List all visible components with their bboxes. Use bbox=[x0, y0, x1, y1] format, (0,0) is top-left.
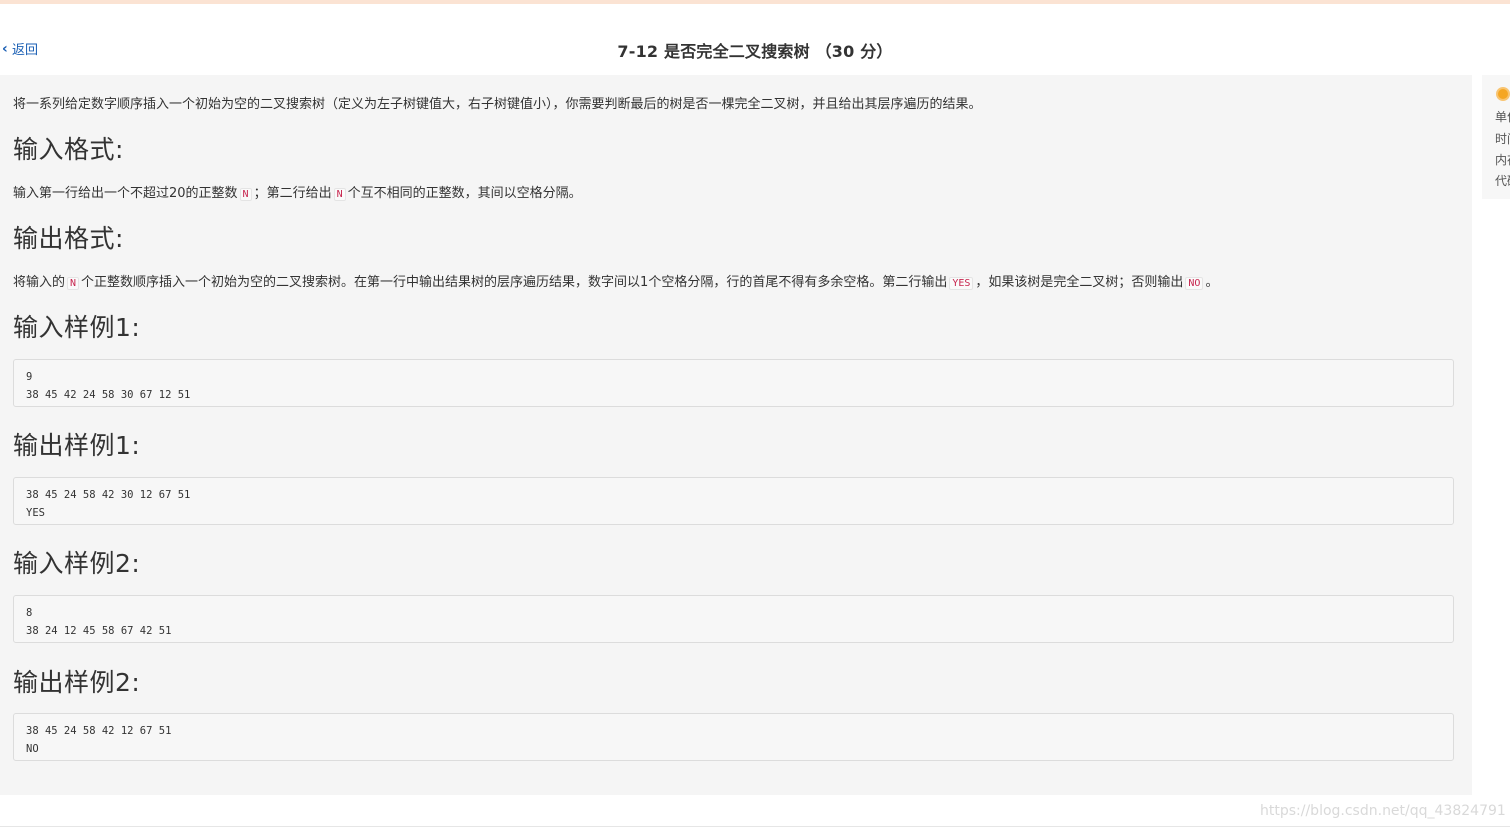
side-info-line: 单位 bbox=[1495, 110, 1510, 124]
output-desc-text: ，如果该树是完全二叉树；否则输出 bbox=[975, 275, 1184, 290]
sample-output-1-heading: 输出样例1: bbox=[13, 431, 141, 460]
watermark: https://blog.csdn.net/qq_43824791 bbox=[1260, 803, 1506, 819]
output-desc-text: 将输入的 bbox=[13, 275, 66, 290]
sample-input-1-heading: 输入样例1: bbox=[13, 313, 141, 342]
side-info-line: 代码 bbox=[1495, 174, 1510, 188]
sample-input-2-code[interactable]: 8 38 24 12 45 58 67 42 51 bbox=[13, 595, 1454, 643]
sample-output-2-code[interactable]: 38 45 24 58 42 12 67 51 NO bbox=[13, 713, 1454, 761]
input-format-heading: 输入格式: bbox=[13, 135, 124, 164]
medal-icon bbox=[1496, 87, 1510, 101]
problem-content: 将一系列给定数字顺序插入一个初始为空的二叉搜索树（定义为左子树键值大，右子树键值… bbox=[0, 75, 1472, 795]
sample-output-1-code[interactable]: 38 45 24 58 42 30 12 67 51 YES bbox=[13, 477, 1454, 525]
inline-code: N bbox=[67, 277, 80, 290]
problem-description: 将一系列给定数字顺序插入一个初始为空的二叉搜索树（定义为左子树键值大，右子树键值… bbox=[13, 97, 982, 112]
input-format-description: 输入第一行给出一个不超过20的正整数 N ；第二行给出 N 个互不相同的正整数，其间以空… bbox=[13, 182, 582, 201]
side-info-panel: 单位 时间 内存 代码 bbox=[1482, 75, 1510, 199]
bottom-divider bbox=[0, 826, 1510, 827]
sample-input-2-heading: 输入样例2: bbox=[13, 549, 141, 578]
input-desc-text: 输入第一行给出一个不超过20的正整数 bbox=[13, 186, 238, 201]
output-desc-text: 个正整数顺序插入一个初始为空的二叉搜索树。在第一行中输出结果树的层序遍历结果，数… bbox=[81, 275, 948, 290]
inline-code: N bbox=[333, 188, 346, 201]
output-format-description: 将输入的 N 个正整数顺序插入一个初始为空的二叉搜索树。在第一行中输出结果树的层序遍… bbox=[13, 271, 1218, 290]
sample-output-2-heading: 输出样例2: bbox=[13, 668, 141, 697]
inline-code: NO bbox=[1185, 277, 1204, 290]
inline-code: N bbox=[239, 188, 252, 201]
header: ‹ 返回 7-12 是否完全二叉搜索树 （30 分） bbox=[0, 4, 1510, 74]
output-desc-text: 。 bbox=[1205, 275, 1219, 290]
side-info-line: 时间 bbox=[1495, 132, 1510, 146]
side-info-line: 内存 bbox=[1495, 153, 1510, 167]
sample-input-1-code[interactable]: 9 38 45 42 24 58 30 67 12 51 bbox=[13, 359, 1454, 407]
output-format-heading: 输出格式: bbox=[13, 224, 124, 253]
input-desc-text: ；第二行给出 bbox=[253, 186, 332, 201]
page-title: 7-12 是否完全二叉搜索树 （30 分） bbox=[617, 42, 893, 61]
input-desc-text: 个互不相同的正整数，其间以空格分隔。 bbox=[347, 186, 582, 201]
inline-code: YES bbox=[949, 277, 974, 290]
